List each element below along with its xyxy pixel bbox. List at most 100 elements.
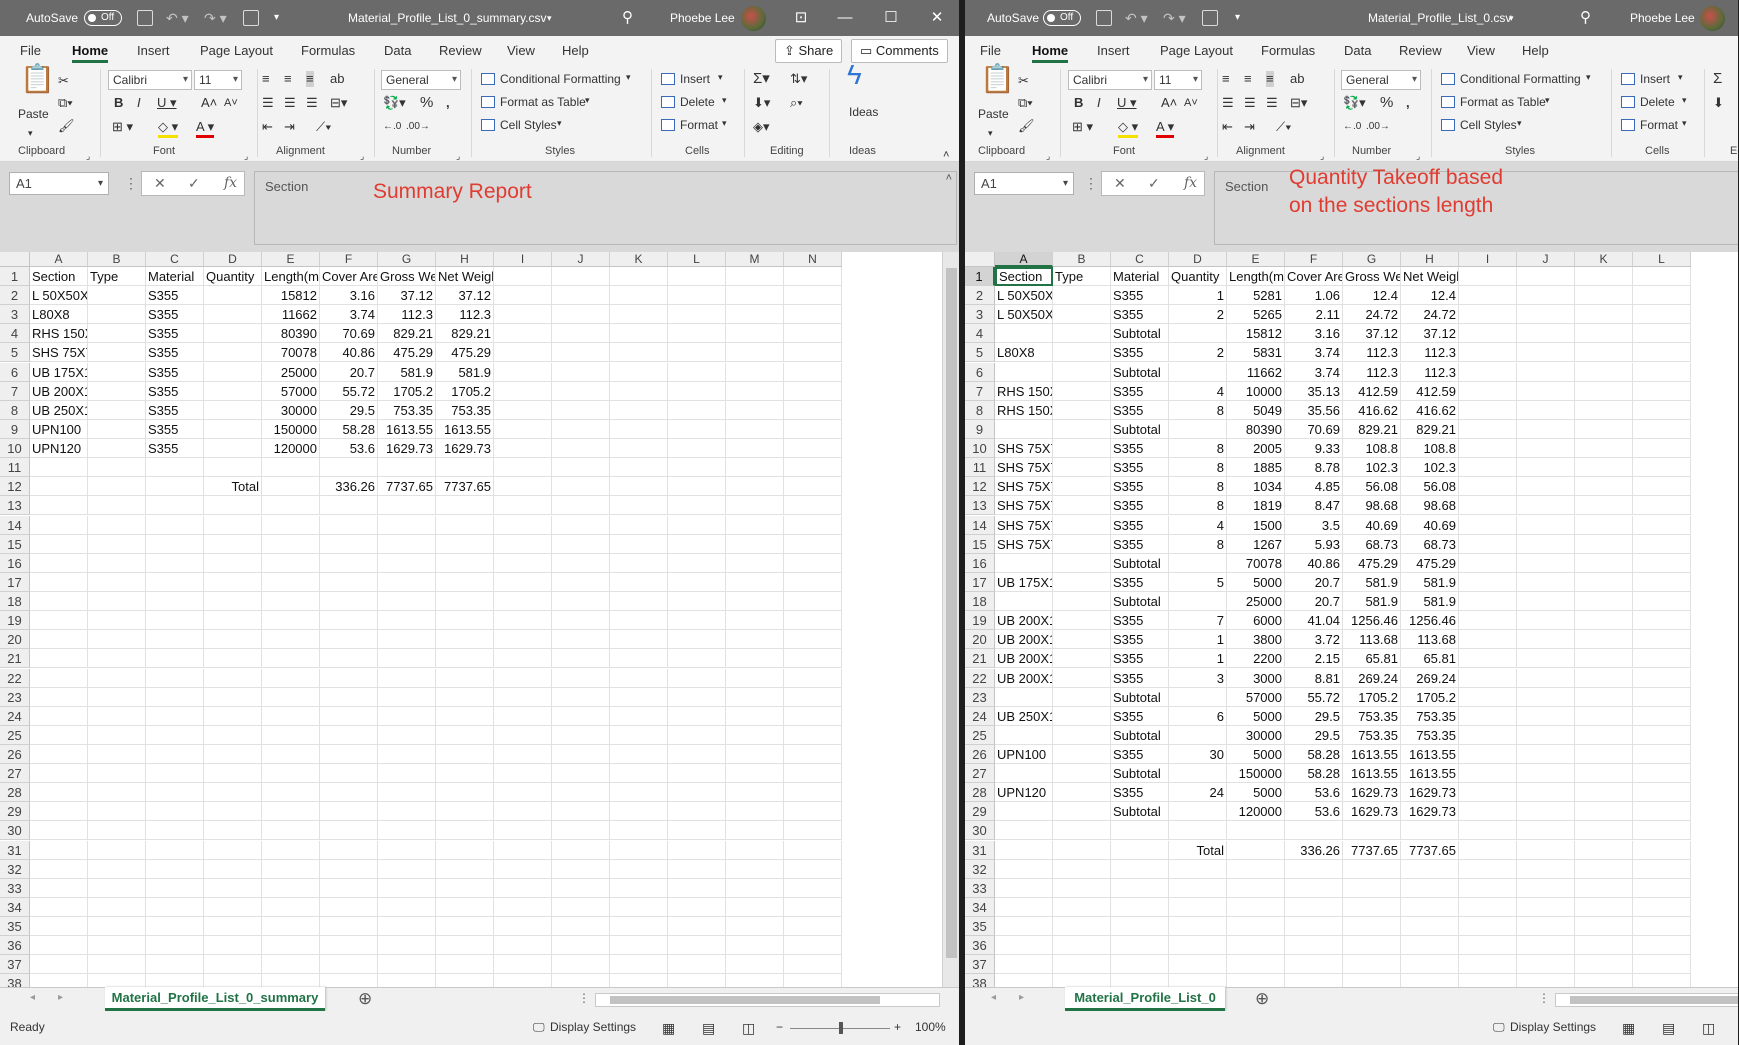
- table-cell[interactable]: [1633, 878, 1691, 898]
- row-header[interactable]: 3: [965, 305, 995, 325]
- table-cell[interactable]: [494, 840, 552, 860]
- table-cell[interactable]: [1053, 496, 1111, 516]
- table-cell[interactable]: [378, 496, 436, 516]
- table-cell[interactable]: [784, 821, 842, 841]
- row-header[interactable]: 20: [965, 630, 995, 650]
- table-cell[interactable]: [88, 592, 146, 612]
- table-cell[interactable]: [378, 725, 436, 745]
- row-header[interactable]: 13: [0, 496, 30, 516]
- table-cell[interactable]: [995, 955, 1053, 975]
- table-cell[interactable]: [262, 897, 320, 917]
- table-cell[interactable]: [668, 955, 726, 975]
- table-cell[interactable]: [1053, 534, 1111, 554]
- table-cell[interactable]: [1633, 534, 1691, 554]
- increase-decimal-icon[interactable]: ←.0: [1343, 119, 1361, 135]
- table-cell[interactable]: [1633, 764, 1691, 784]
- table-cell[interactable]: [668, 764, 726, 784]
- table-cell[interactable]: 10000: [1227, 381, 1285, 401]
- format-as-table-dropdown-icon[interactable]: ▾: [1545, 95, 1550, 106]
- table-cell[interactable]: [262, 936, 320, 956]
- table-cell[interactable]: 20.7: [1285, 572, 1343, 592]
- table-cell[interactable]: [494, 458, 552, 478]
- header-cell[interactable]: Quantity: [204, 267, 262, 286]
- table-cell[interactable]: [1633, 305, 1691, 325]
- horizontal-scroll-thumb[interactable]: [1570, 996, 1738, 1004]
- table-cell[interactable]: [552, 553, 610, 573]
- table-cell[interactable]: [1053, 745, 1111, 764]
- table-cell[interactable]: [726, 419, 784, 439]
- table-cell[interactable]: [320, 592, 378, 612]
- table-cell[interactable]: [610, 668, 668, 688]
- table-cell[interactable]: [378, 706, 436, 726]
- table-cell[interactable]: 24.72: [1343, 305, 1401, 325]
- table-cell[interactable]: [668, 745, 726, 764]
- table-cell[interactable]: [1343, 859, 1401, 879]
- table-cell[interactable]: [1517, 439, 1575, 459]
- avatar[interactable]: [1700, 6, 1725, 31]
- table-cell[interactable]: [494, 343, 552, 363]
- table-cell[interactable]: [1575, 419, 1633, 439]
- table-cell[interactable]: [1169, 974, 1227, 987]
- ideas-button[interactable]: Ideas: [849, 105, 878, 119]
- table-cell[interactable]: [436, 630, 494, 650]
- row-header[interactable]: 4: [0, 324, 30, 344]
- table-cell[interactable]: [320, 496, 378, 516]
- table-cell[interactable]: [552, 515, 610, 535]
- table-cell[interactable]: [610, 477, 668, 497]
- table-cell[interactable]: [88, 917, 146, 937]
- table-cell[interactable]: [726, 362, 784, 382]
- table-cell[interactable]: [494, 725, 552, 745]
- vertical-scroll-thumb[interactable]: [946, 268, 957, 958]
- table-cell[interactable]: 108.8: [1343, 439, 1401, 459]
- table-cell[interactable]: [726, 630, 784, 650]
- table-cell[interactable]: [1459, 534, 1517, 554]
- format-cells-button[interactable]: Format: [680, 118, 718, 132]
- new-sheet-icon[interactable]: ⊕: [1255, 989, 1269, 1009]
- tab-file[interactable]: File: [20, 36, 41, 65]
- table-cell[interactable]: UPN120: [995, 783, 1053, 803]
- table-cell[interactable]: [378, 515, 436, 535]
- user-name[interactable]: Phoebe Lee: [1630, 0, 1695, 36]
- table-cell[interactable]: [494, 917, 552, 937]
- table-cell[interactable]: [1401, 897, 1459, 917]
- table-cell[interactable]: [784, 534, 842, 554]
- save-icon[interactable]: [1096, 10, 1112, 26]
- table-cell[interactable]: [784, 725, 842, 745]
- table-cell[interactable]: [494, 534, 552, 554]
- table-cell[interactable]: [726, 553, 784, 573]
- table-cell[interactable]: [320, 687, 378, 707]
- table-cell[interactable]: [1285, 936, 1343, 956]
- table-cell[interactable]: [378, 553, 436, 573]
- table-cell[interactable]: 7737.65: [1401, 840, 1459, 860]
- table-cell[interactable]: 65.81: [1401, 649, 1459, 669]
- table-cell[interactable]: [784, 286, 842, 306]
- table-cell[interactable]: [1633, 725, 1691, 745]
- table-cell[interactable]: [204, 400, 262, 420]
- table-cell[interactable]: SHS 75X75X3: [30, 343, 88, 363]
- cell-styles-button[interactable]: Cell Styles: [500, 118, 557, 132]
- table-cell[interactable]: [204, 515, 262, 535]
- table-cell[interactable]: [1517, 534, 1575, 554]
- table-cell[interactable]: [552, 840, 610, 860]
- table-cell[interactable]: [552, 286, 610, 306]
- table-cell[interactable]: [436, 534, 494, 554]
- table-cell[interactable]: 581.9: [378, 362, 436, 382]
- insert-cells-button[interactable]: Insert: [680, 72, 710, 86]
- table-cell[interactable]: [1401, 859, 1459, 879]
- table-cell[interactable]: [610, 725, 668, 745]
- table-cell[interactable]: [552, 592, 610, 612]
- table-cell[interactable]: [552, 745, 610, 764]
- table-cell[interactable]: [204, 534, 262, 554]
- row-header[interactable]: 7: [0, 381, 30, 401]
- table-cell[interactable]: [204, 897, 262, 917]
- table-cell[interactable]: [1459, 649, 1517, 669]
- table-cell[interactable]: [1575, 305, 1633, 325]
- table-cell[interactable]: [88, 458, 146, 478]
- ribbon-display-icon[interactable]: ⊡: [779, 0, 823, 36]
- new-sheet-icon[interactable]: ⊕: [358, 989, 372, 1009]
- table-cell[interactable]: UB 175X125X23: [995, 572, 1053, 592]
- number-format-select[interactable]: General: [1341, 70, 1421, 90]
- table-cell[interactable]: 2.11: [1285, 305, 1343, 325]
- table-cell[interactable]: S355: [1111, 668, 1169, 688]
- table-cell[interactable]: [784, 305, 842, 325]
